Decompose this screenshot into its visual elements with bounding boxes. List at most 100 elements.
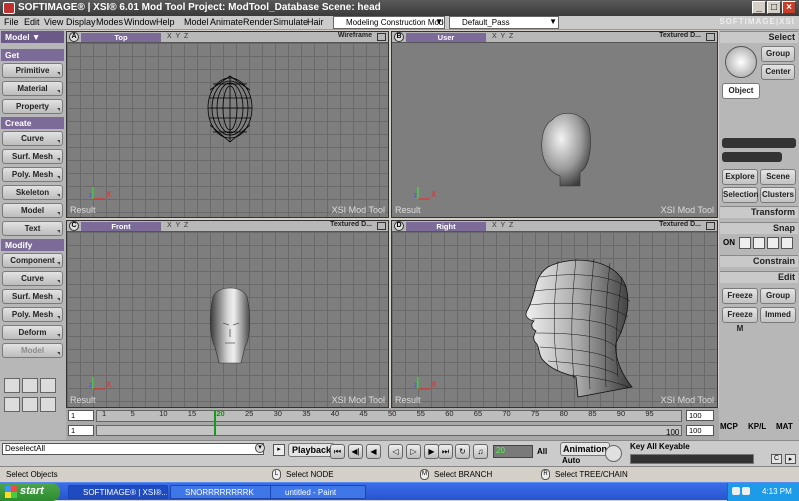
viewport-d[interactable]: D Right X Y Z Textured D... Xz Result XS… xyxy=(391,220,718,408)
eye-icon[interactable]: X Y Z xyxy=(492,222,514,229)
tab-mat[interactable]: MAT xyxy=(776,422,793,431)
snap-header[interactable]: Snap xyxy=(720,222,798,234)
object-filter-button[interactable]: Object xyxy=(722,83,760,99)
layout-grid-icon[interactable] xyxy=(40,397,56,412)
next-frame-button[interactable]: ▶ xyxy=(424,444,439,459)
explore-button[interactable]: Explore xyxy=(722,169,758,185)
timeline-end2-field[interactable]: 100 xyxy=(686,425,714,436)
display-mode[interactable]: Wireframe xyxy=(338,32,372,39)
viewport-c[interactable]: C Front X Y Z Textured D... Xz Result XS… xyxy=(66,220,389,408)
playback-menu-button[interactable]: Playback xyxy=(288,443,336,457)
display-mode[interactable]: Textured D... xyxy=(330,221,372,228)
snap-point-icon[interactable] xyxy=(739,237,751,249)
freeze-m-button[interactable]: Freeze M xyxy=(722,307,758,333)
paste-icon[interactable]: ▸ xyxy=(785,454,796,464)
set-key-icon[interactable] xyxy=(605,445,622,462)
viewport-letter[interactable]: C xyxy=(69,221,79,231)
selection-button[interactable]: Selection xyxy=(722,187,759,203)
edit-header[interactable]: Edit xyxy=(720,271,798,283)
pass-select[interactable]: Default_Pass ▼ xyxy=(449,16,559,29)
maximize-viewport-icon[interactable] xyxy=(377,33,386,41)
keyable-field[interactable] xyxy=(630,454,754,464)
edit-group-button[interactable]: Group xyxy=(760,288,796,304)
layout-vertical-icon[interactable] xyxy=(22,397,38,412)
maximize-button[interactable]: □ xyxy=(767,1,781,14)
create-text-button[interactable]: Text xyxy=(2,221,63,236)
viewport-letter[interactable]: A xyxy=(69,32,79,42)
copy-icon[interactable]: C xyxy=(771,454,782,464)
timeline-range-bar[interactable] xyxy=(96,425,682,436)
snap-surface-icon[interactable] xyxy=(767,237,779,249)
menu-render[interactable]: Render xyxy=(243,17,273,27)
timeline-end-field[interactable]: 100 xyxy=(686,410,714,421)
command-history-icon[interactable]: ▾ xyxy=(255,443,265,453)
maximize-viewport-icon[interactable] xyxy=(706,222,715,230)
maximize-viewport-icon[interactable] xyxy=(377,222,386,230)
create-curve-button[interactable]: Curve xyxy=(2,131,63,146)
menu-hair[interactable]: Hair xyxy=(307,17,324,27)
tray-icon[interactable] xyxy=(732,487,740,495)
play-backward-button[interactable]: ◁ xyxy=(388,444,403,459)
prev-frame-button[interactable]: ◀ xyxy=(366,444,381,459)
modify-deform-button[interactable]: Deform xyxy=(2,325,63,340)
audio-button[interactable]: ♫ xyxy=(473,444,488,459)
timeline-start-field[interactable]: 1 xyxy=(68,410,94,421)
toolbar-dropdown[interactable]: Model ▼ xyxy=(1,31,64,43)
task-softimage[interactable]: SOFTIMAGE® | XSI®... xyxy=(68,485,168,499)
create-skeleton-button[interactable]: Skeleton xyxy=(2,185,63,200)
primitive-button[interactable]: Primitive xyxy=(2,63,63,78)
layout-single-icon[interactable] xyxy=(4,378,20,393)
snap-curve-icon[interactable] xyxy=(753,237,765,249)
last-frame-button[interactable]: ⏭ xyxy=(438,444,453,459)
menu-modes[interactable]: Modes xyxy=(96,17,123,27)
viewport-letter[interactable]: D xyxy=(394,221,404,231)
animation-menu-button[interactable]: Animation xyxy=(560,442,610,456)
menu-edit[interactable]: Edit xyxy=(24,17,40,27)
prev-key-button[interactable]: ◀| xyxy=(348,444,363,459)
modify-component-button[interactable]: Component xyxy=(2,253,63,268)
current-frame-field[interactable]: 20 xyxy=(493,445,533,458)
menu-file[interactable]: File xyxy=(4,17,19,27)
timeline[interactable]: 1 1 1 5 10 15 20 25 30 35 40 45 50 55 60 65 70 75 80 85 90… xyxy=(66,408,719,440)
loop-button[interactable]: ↻ xyxy=(455,444,470,459)
auto-key-toggle[interactable]: Auto xyxy=(562,456,580,465)
command-line[interactable]: DeselectAll xyxy=(2,443,264,455)
modify-curve-button[interactable]: Curve xyxy=(2,271,63,286)
layout-split-icon[interactable] xyxy=(22,378,38,393)
tab-mcp[interactable]: MCP xyxy=(720,422,738,431)
menu-help[interactable]: Help xyxy=(156,17,175,27)
view-select[interactable]: Top xyxy=(81,33,161,42)
select-arrow-icon[interactable] xyxy=(725,46,757,78)
layout-quad-icon[interactable] xyxy=(40,378,56,393)
property-button[interactable]: Property xyxy=(2,99,63,114)
display-mode[interactable]: Textured D... xyxy=(659,221,701,228)
viewport-b[interactable]: B User X Y Z Textured D... Xz Result XSI… xyxy=(391,31,718,218)
task-paint[interactable]: untitled - Paint xyxy=(270,485,366,499)
viewport-letter[interactable]: B xyxy=(394,32,404,42)
play-forward-button[interactable]: ▷ xyxy=(406,444,421,459)
snap-on-toggle[interactable]: ON xyxy=(723,238,735,247)
select-center-button[interactable]: Center xyxy=(761,64,795,80)
selection-slider[interactable] xyxy=(722,152,782,162)
app-icon[interactable] xyxy=(3,2,15,14)
view-select[interactable]: Front xyxy=(81,222,161,231)
minimize-button[interactable]: _ xyxy=(752,1,766,14)
create-surf-mesh-button[interactable]: Surf. Mesh xyxy=(2,149,63,164)
create-model-button[interactable]: Model xyxy=(2,203,63,218)
timeline-start2-field[interactable]: 1 xyxy=(68,425,94,436)
task-snorrrk[interactable]: SNORRRRRRRRK xyxy=(170,485,278,499)
tab-kpl[interactable]: KP/L xyxy=(748,422,766,431)
material-button[interactable]: Material xyxy=(2,81,63,96)
select-group-button[interactable]: Group xyxy=(761,46,795,62)
constrain-header[interactable]: Constrain xyxy=(720,255,798,267)
eye-icon[interactable]: X Y Z xyxy=(167,33,189,40)
modify-model-button[interactable]: Model xyxy=(2,343,63,358)
playback-menu-icon[interactable]: ▸ xyxy=(273,444,285,456)
modify-poly-mesh-button[interactable]: Poly. Mesh xyxy=(2,307,63,322)
freeze-button[interactable]: Freeze xyxy=(722,288,758,304)
playhead-marker[interactable] xyxy=(214,410,216,436)
snap-grid-icon[interactable] xyxy=(781,237,793,249)
menu-animate[interactable]: Animate xyxy=(210,17,243,27)
clusters-button[interactable]: Clusters xyxy=(760,187,796,203)
mode-select[interactable]: Modeling Construction Mode ▼ xyxy=(333,16,445,29)
